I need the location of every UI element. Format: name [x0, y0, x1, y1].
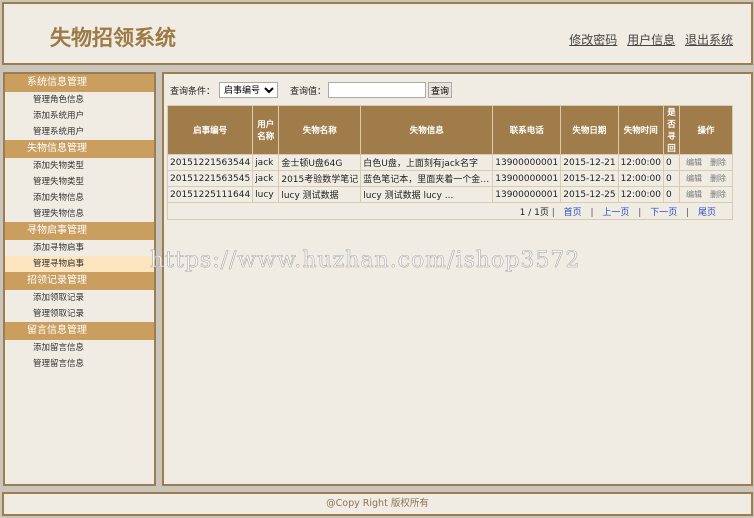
- table-cell: 13900000001: [492, 186, 562, 203]
- search-button[interactable]: 查询: [428, 82, 453, 98]
- top-links: 修改密码 用户信息 退出系统: [563, 31, 733, 48]
- condition-select[interactable]: 启事编号: [219, 82, 279, 98]
- table-cell: 12:00:00: [617, 170, 664, 187]
- page-first-link[interactable]: 首页: [564, 208, 582, 218]
- sidebar-section-header[interactable]: 寻物启事管理: [5, 222, 154, 240]
- search-input[interactable]: [328, 82, 427, 98]
- table-cell: 2015-12-21: [560, 170, 619, 187]
- table-cell: 0: [662, 186, 680, 203]
- table-cell: 13900000001: [492, 154, 562, 171]
- table-cell: 0: [662, 154, 680, 171]
- separator: |: [635, 207, 645, 218]
- table-cell: 13900000001: [492, 170, 562, 187]
- page-prev-link[interactable]: 上一页: [602, 208, 629, 218]
- condition-label: 查询条件：: [170, 86, 216, 97]
- main-panel: 查询条件： 启事编号 查询值： 查询 启事编号 用户名称 失物名称 失物信息 联系电话失…: [162, 72, 753, 486]
- sidebar-item[interactable]: 管理失物信息: [5, 206, 154, 222]
- page-last-link[interactable]: 尾页: [698, 208, 716, 218]
- header: 失物招领系统 修改密码 用户信息 退出系统: [2, 2, 753, 65]
- table-cell: 白色U盘，上面刻有jack名字: [360, 154, 494, 171]
- sidebar-item[interactable]: 添加失物类型: [5, 158, 154, 174]
- table-cell: lucy 测试数据: [278, 186, 362, 203]
- sidebar-item[interactable]: 添加留言信息: [5, 340, 154, 356]
- table-cell: 20151221563545: [166, 170, 254, 187]
- column-header: 失物名称: [278, 105, 362, 155]
- column-header: 失物信息: [360, 105, 494, 155]
- table-cell: 20151221563544: [166, 154, 254, 171]
- table-cell: 2015-12-21: [560, 154, 619, 171]
- table-row: 20151221563544 jack 金士顿U盘64G 白色U盘，上面刻有jack名…: [166, 154, 734, 171]
- table-cell: 12:00:00: [617, 154, 664, 171]
- sidebar-section-header[interactable]: 招领记录管理: [5, 272, 154, 290]
- sidebar-item[interactable]: 管理系统用户: [5, 124, 154, 140]
- page-indicator: 1 / 1页: [519, 207, 549, 218]
- column-header: 是否寻回: [662, 105, 680, 155]
- table-cell: 2015考验数学笔记: [278, 170, 362, 187]
- table-row: 20151225111644 lucy lucy 测试数据 lucy 测试数据 luc…: [166, 186, 734, 203]
- separator: |: [683, 207, 692, 218]
- delete-link[interactable]: 删除: [710, 190, 726, 199]
- sidebar-item[interactable]: 管理领取记录: [5, 306, 154, 322]
- lost-notice-table: 启事编号 用户名称 失物名称 失物信息 联系电话 失物日期 失物时间 是否寻回 操作 20151…: [166, 105, 734, 220]
- app-title: 失物招领系统: [50, 26, 176, 50]
- sidebar-item[interactable]: 添加系统用户: [5, 108, 154, 124]
- actions-cell: 编辑 删除: [678, 186, 734, 203]
- edit-link[interactable]: 编辑: [686, 158, 702, 167]
- separator: |: [548, 207, 558, 218]
- sidebar-section-header[interactable]: 系统信息管理: [5, 74, 154, 92]
- edit-link[interactable]: 编辑: [686, 174, 702, 183]
- sidebar-item[interactable]: 管理角色信息: [5, 92, 154, 108]
- page-next-link[interactable]: 下一页: [650, 208, 677, 218]
- user-info-link[interactable]: 用户信息: [627, 33, 675, 47]
- table-cell: 2015-12-25: [560, 186, 619, 203]
- table-cell: 20151225111644: [166, 186, 254, 203]
- sidebar-item[interactable]: 管理失物类型: [5, 174, 154, 190]
- actions-cell: 编辑 删除: [678, 154, 734, 171]
- change-password-link[interactable]: 修改密码: [569, 33, 617, 47]
- table-cell: 12:00:00: [617, 186, 664, 203]
- column-header: 操作: [678, 105, 734, 155]
- pagination-row: 1 / 1页 | 首页 | 上一页 | 下一页 | 尾页: [167, 202, 733, 220]
- table-cell: jack: [252, 154, 280, 171]
- edit-link[interactable]: 编辑: [686, 190, 702, 199]
- table-cell: 蓝色笔记本，里面夹着一个金士顿...: [360, 170, 494, 187]
- column-header: 失物日期: [560, 105, 619, 155]
- logout-link[interactable]: 退出系统: [685, 33, 733, 47]
- sidebar-section-header[interactable]: 留言信息管理: [5, 322, 154, 340]
- actions-cell: 编辑 删除: [678, 170, 734, 187]
- column-header: 用户名称: [252, 105, 280, 155]
- footer: @Copy Right 版权所有: [2, 492, 753, 516]
- table-row: 20151221563545 jack 2015考验数学笔记 蓝色笔记本，里面夹着一个…: [166, 170, 734, 187]
- column-header: 失物时间: [617, 105, 664, 155]
- value-label: 查询值：: [290, 86, 327, 97]
- sidebar-item[interactable]: 添加失物信息: [5, 190, 154, 206]
- table-cell: jack: [252, 170, 280, 187]
- sidebar: 系统信息管理 管理角色信息 添加系统用户 管理系统用户 失物信息管理 添加失物类型 管理失物…: [3, 72, 156, 486]
- sidebar-item[interactable]: 管理寻物启事: [5, 256, 154, 272]
- delete-link[interactable]: 删除: [710, 158, 726, 167]
- sidebar-item[interactable]: 添加寻物启事: [5, 240, 154, 256]
- sidebar-item[interactable]: 管理留言信息: [5, 356, 154, 372]
- column-header: 联系电话: [492, 105, 562, 155]
- table-cell: lucy 测试数据 lucy ...: [360, 186, 494, 203]
- separator: |: [587, 207, 597, 218]
- pagination: 1 / 1页 | 首页 | 上一页 | 下一页 | 尾页: [167, 202, 733, 220]
- table-cell: 0: [662, 170, 680, 187]
- delete-link[interactable]: 删除: [710, 174, 726, 183]
- table-cell: lucy: [252, 186, 280, 203]
- search-bar: 查询条件： 启事编号 查询值： 查询: [170, 82, 453, 98]
- sidebar-item[interactable]: 添加领取记录: [5, 290, 154, 306]
- sidebar-section-header[interactable]: 失物信息管理: [5, 140, 154, 158]
- table-cell: 金士顿U盘64G: [278, 154, 362, 171]
- column-header: 启事编号: [166, 105, 254, 155]
